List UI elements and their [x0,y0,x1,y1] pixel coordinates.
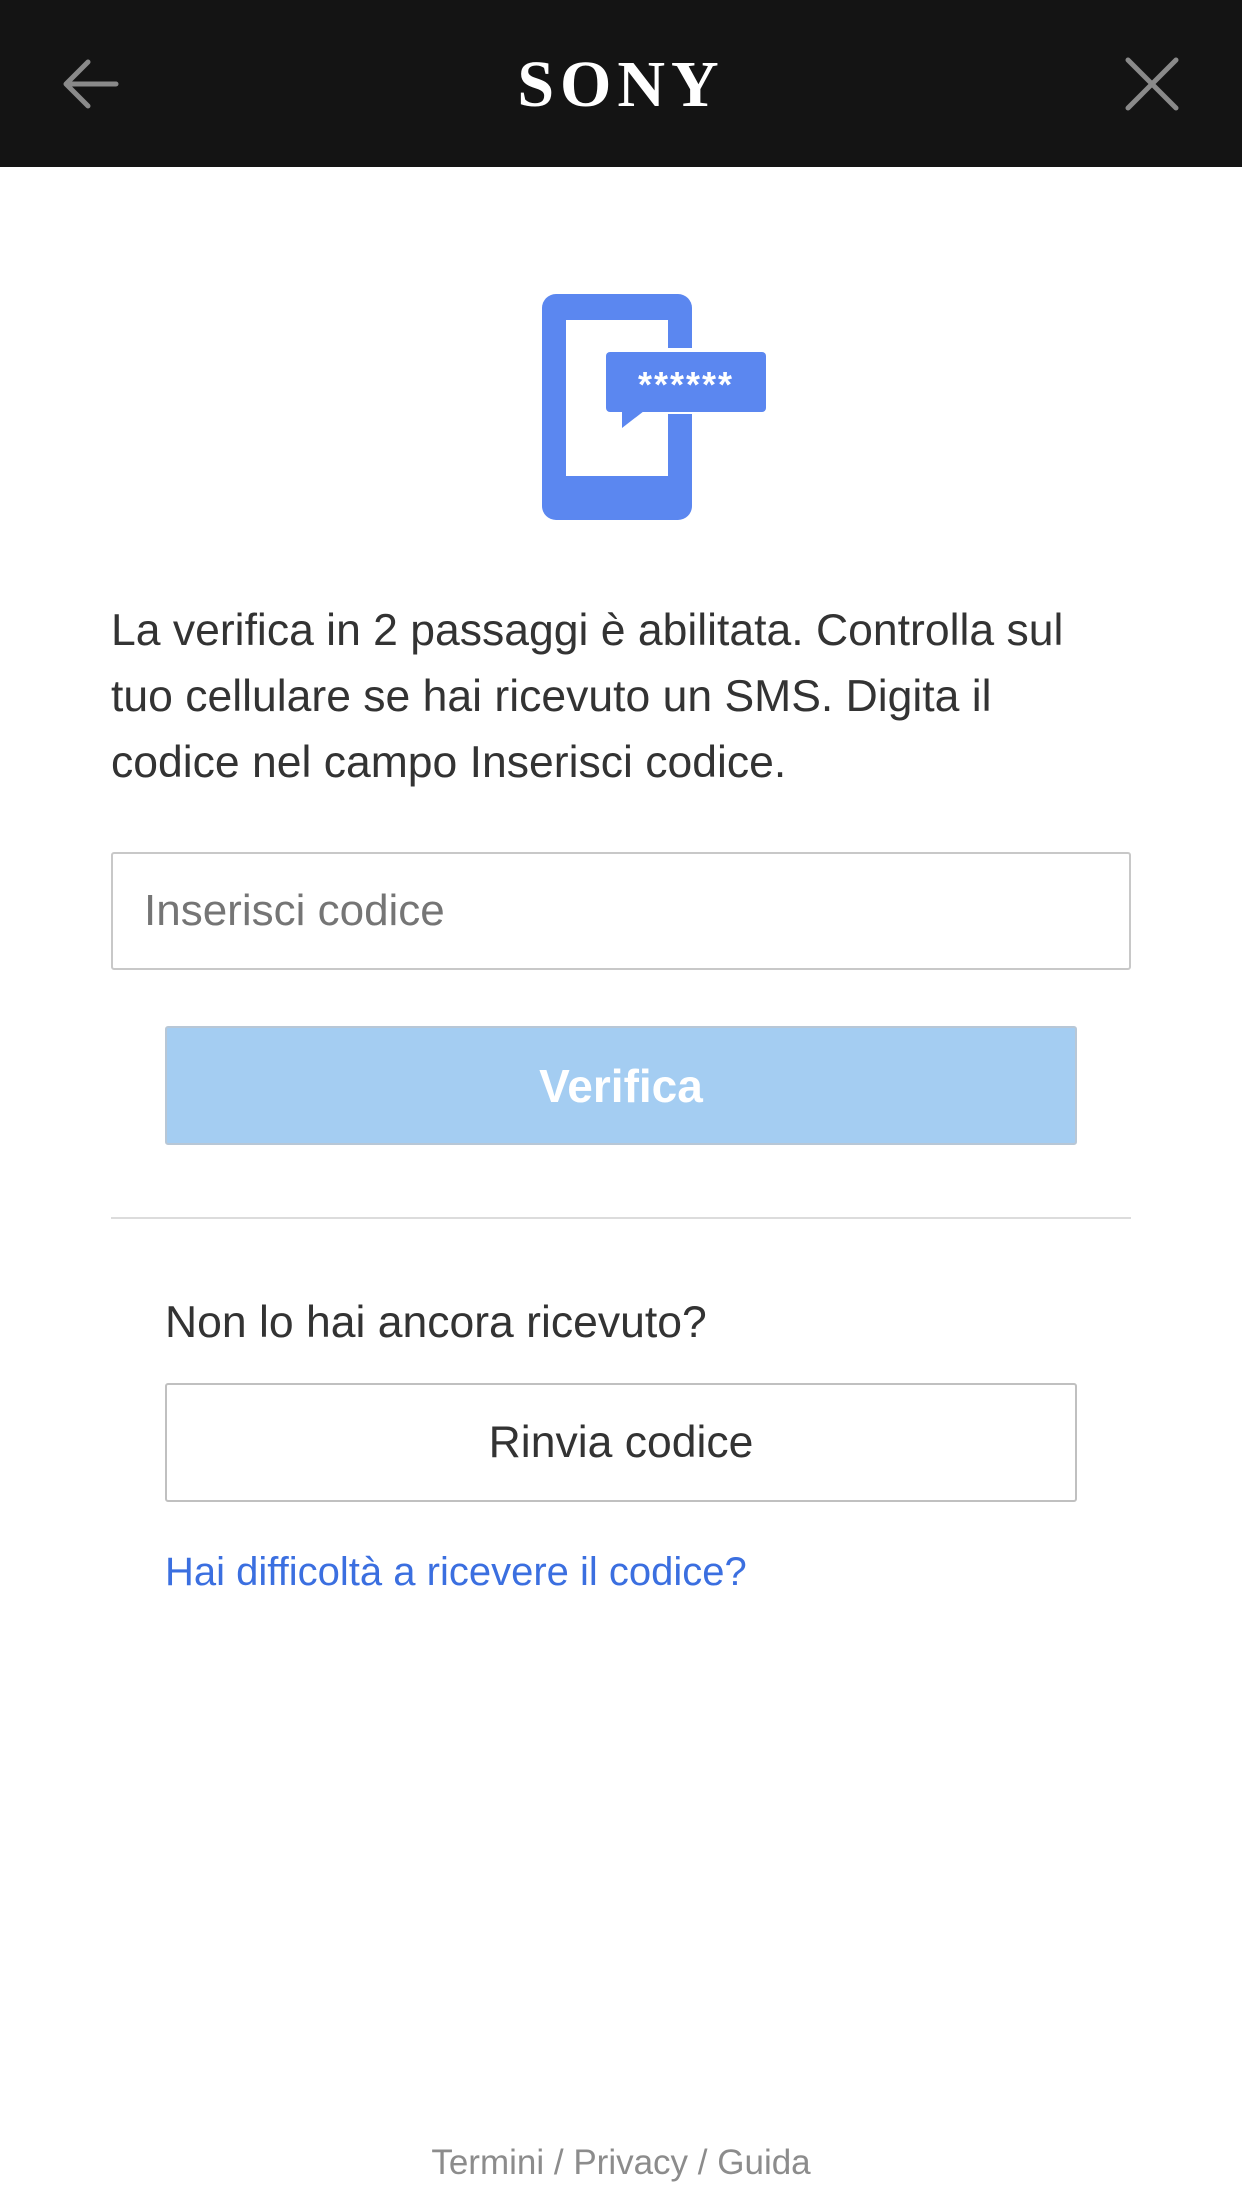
footer-links: Termini / Privacy / Guida [0,2140,1242,2186]
footer-separator: / [544,2143,574,2182]
verify-button[interactable]: Verifica [165,1026,1077,1145]
code-input[interactable] [111,852,1131,970]
close-button[interactable] [1102,34,1202,134]
code-mask-text: ****** [638,364,734,405]
sony-logo: SONY [517,48,725,121]
top-bar: SONY [0,0,1242,167]
instruction-text: La verifica in 2 passaggi è abilitata. C… [111,606,1064,787]
code-help-link[interactable]: Hai difficoltà a ricevere il codice? [165,1547,747,1597]
terms-link[interactable]: Termini [431,2143,544,2182]
help-link[interactable]: Guida [717,2143,810,2182]
arrow-left-icon [63,59,119,109]
privacy-link[interactable]: Privacy [573,2143,688,2182]
resend-code-button[interactable]: Rinvia codice [165,1383,1077,1502]
not-received-text: Non lo hai ancora ricevuto? [165,1298,707,1347]
phone-sms-code-icon: ****** [542,294,766,520]
close-icon [1125,57,1179,111]
divider [111,1217,1131,1219]
footer-separator: / [688,2143,718,2182]
back-button[interactable] [40,34,140,134]
